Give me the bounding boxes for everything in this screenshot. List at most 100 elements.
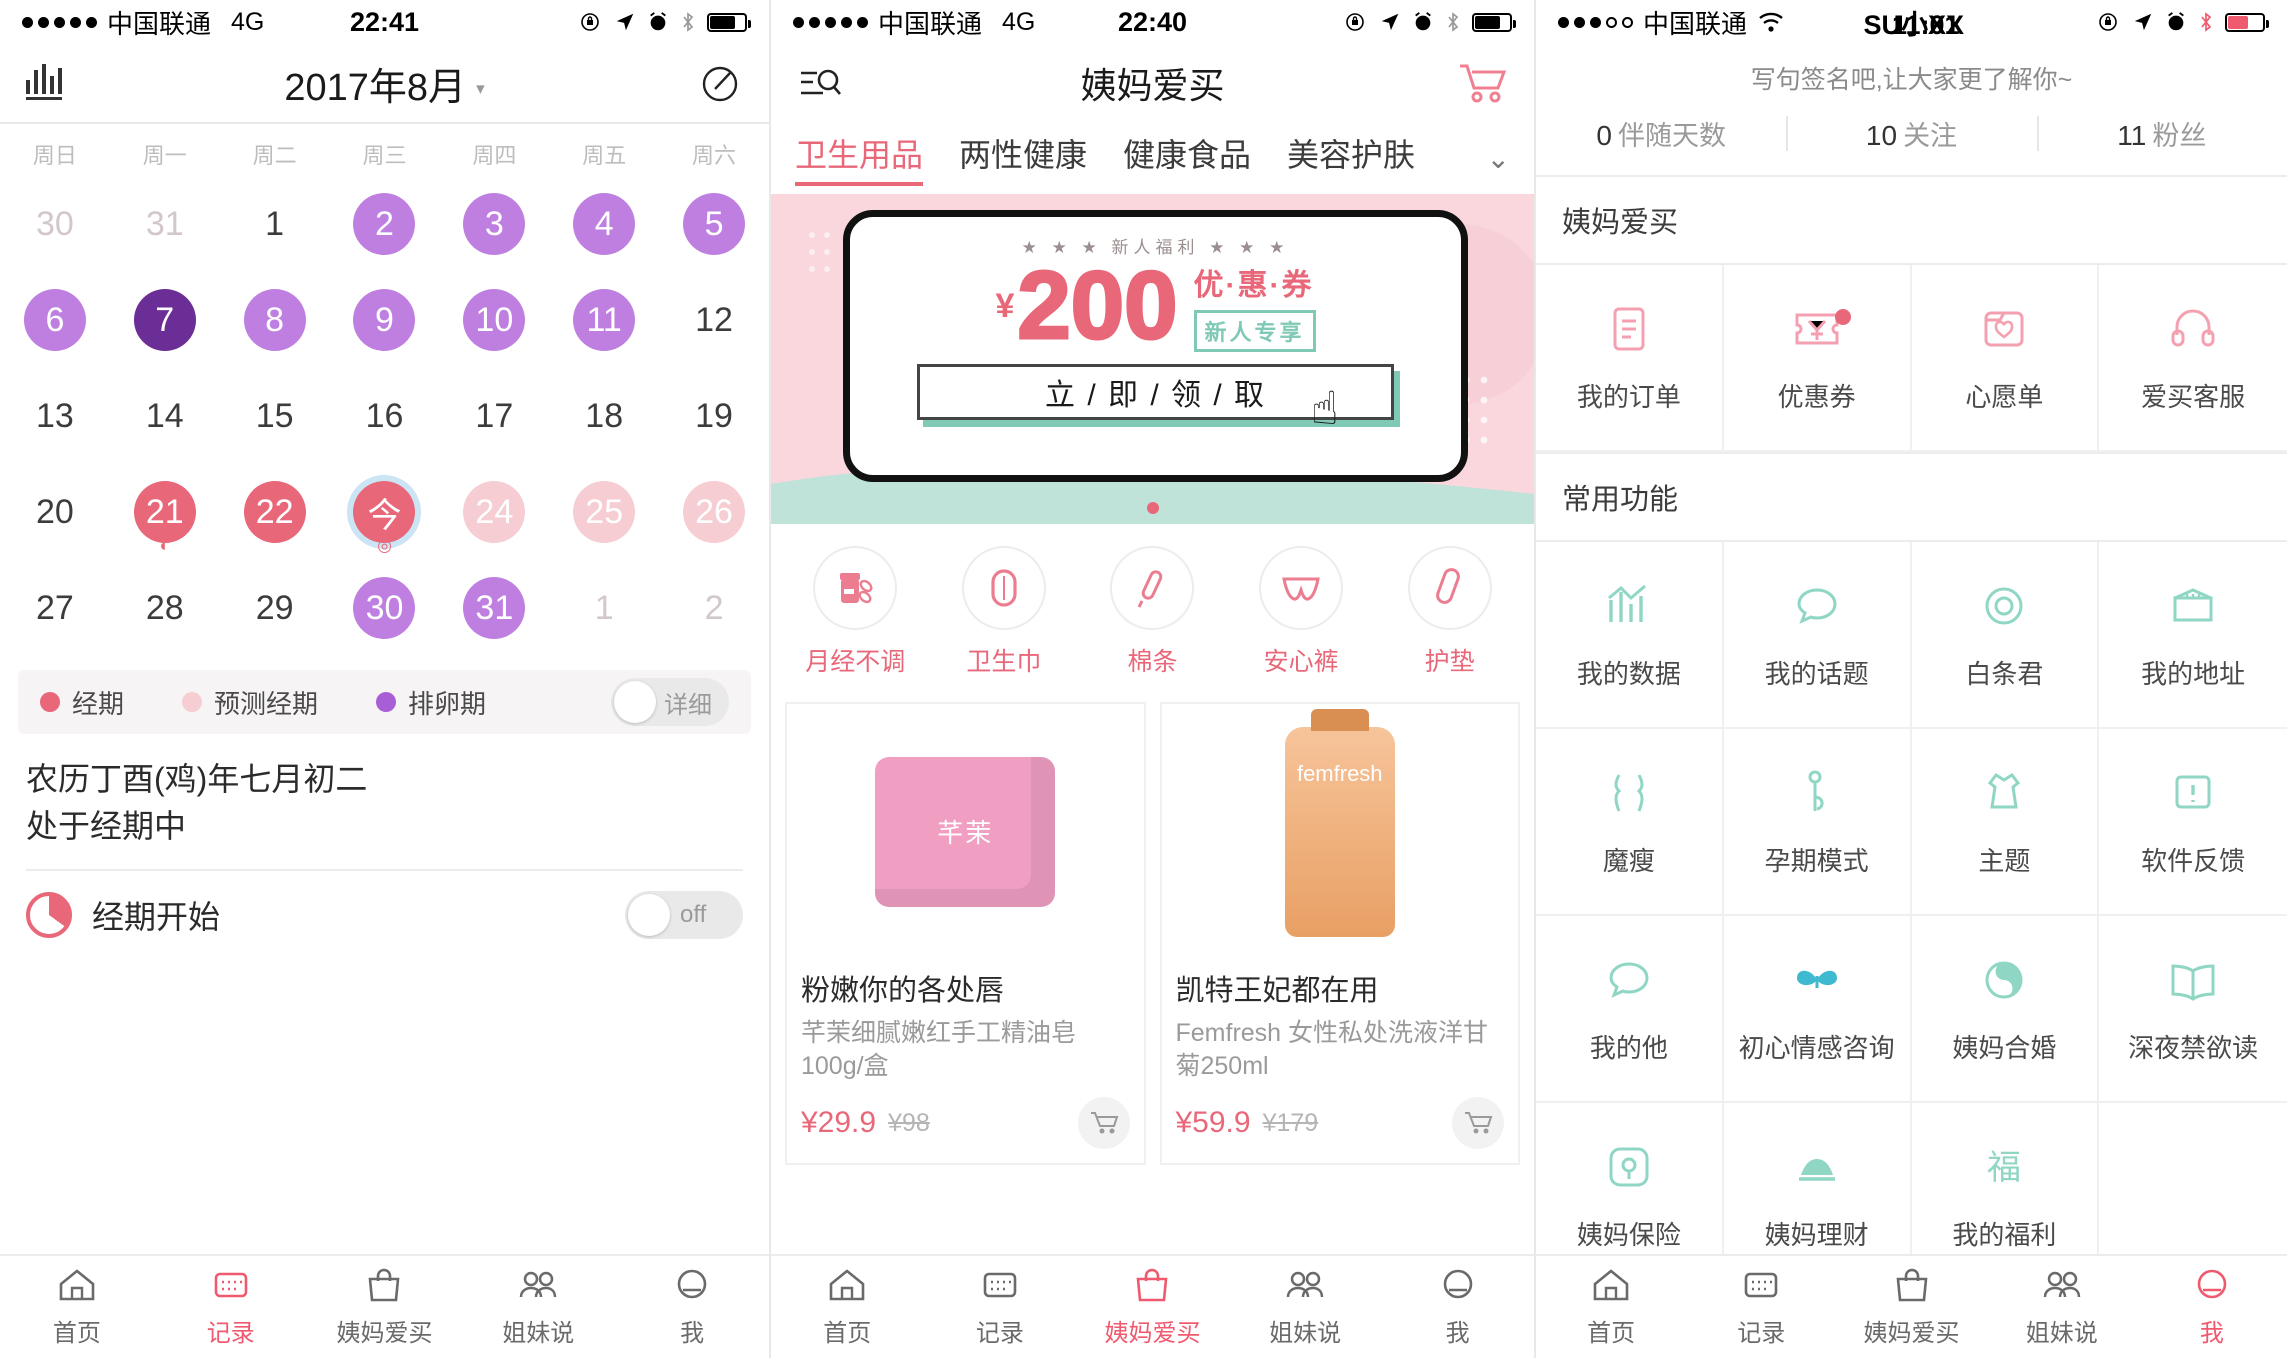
profile-signature[interactable]: 写句签名吧,让大家更了解你~	[1536, 48, 2287, 114]
stat-following[interactable]: 10 关注	[1786, 114, 2036, 153]
calendar-day-cell[interactable]: 26	[659, 464, 769, 560]
category-item-1[interactable]: 卫生巾	[930, 546, 1079, 678]
calendar-day-cell[interactable]: 1	[549, 560, 659, 656]
calendar-day-cell[interactable]: 15	[220, 368, 330, 464]
shopping-cart-icon[interactable]	[1458, 61, 1508, 105]
category-shortcut-row[interactable]: 月经不调 卫生巾 棉条 安心裤 护垫	[771, 524, 1534, 692]
period-start-switch[interactable]: off	[625, 890, 743, 939]
tab-记录[interactable]: 记录	[924, 1256, 1077, 1358]
tab-首页[interactable]: 首页	[1536, 1256, 1686, 1358]
bottom-tab-bar-2[interactable]: 首页 记录 姨妈爱买 姐妹说 我	[771, 1254, 1534, 1358]
calendar-day-cell[interactable]: 22	[220, 464, 330, 560]
shop-tab-1[interactable]: 两性健康	[959, 130, 1087, 186]
calendar-day-cell[interactable]: 16	[330, 368, 440, 464]
tab-姨妈爱买[interactable]: 姨妈爱买	[1076, 1256, 1229, 1358]
tab-姨妈爱买[interactable]: 姨妈爱买	[308, 1256, 462, 1358]
calendar-day-cell[interactable]: 20	[0, 464, 110, 560]
detail-toggle[interactable]: 详细	[611, 678, 729, 726]
grid-item-心愿单[interactable]: 心愿单	[1911, 265, 2100, 452]
carousel-indicator-dot[interactable]	[1146, 502, 1159, 514]
grid-item-主题[interactable]: 主题	[1911, 729, 2100, 916]
calendar-day-cell[interactable]: 10	[439, 272, 549, 368]
tab-首页[interactable]: 首页	[771, 1256, 924, 1358]
add-to-cart-icon[interactable]	[1452, 1097, 1504, 1149]
calendar-day-cell[interactable]: 31	[110, 176, 220, 272]
grid-item-软件反馈[interactable]: 软件反馈	[2099, 729, 2287, 916]
calendar-day-cell[interactable]: 30	[330, 560, 440, 656]
shop-tab-3[interactable]: 美容护肤	[1287, 130, 1415, 186]
shop-tab-0[interactable]: 卫生用品	[795, 130, 924, 186]
tab-姨妈爱买[interactable]: 姨妈爱买	[1836, 1256, 1986, 1358]
period-start-row[interactable]: 经期开始 off	[0, 871, 769, 959]
shop-shortcut-grid[interactable]: 我的订单 优惠券 心愿单 爱买客服	[1536, 265, 2287, 452]
calendar-day-cell[interactable]: 28	[110, 560, 220, 656]
category-item-4[interactable]: 护垫	[1375, 546, 1524, 678]
calendar-day-cell[interactable]: 29	[220, 560, 330, 656]
function-grid[interactable]: 我的数据 我的话题 白条君 我的地址魔瘦 孕期模式 主题 软件反馈我的他 初心情感咨询 姨妈合婚…	[1536, 542, 2287, 1290]
calendar-day-cell[interactable]: 8	[220, 272, 330, 368]
tab-姐妹说[interactable]: 姐妹说	[1229, 1256, 1382, 1358]
banner-card[interactable]: ★ ★ ★ 新人福利 ★ ★ ★ ¥ 200 优·惠·券 新人专享 立 / 即 …	[843, 210, 1468, 482]
calendar-day-cell[interactable]: 30	[0, 176, 110, 272]
calendar-day-cell[interactable]: 2	[659, 560, 769, 656]
grid-item-深夜禁欲读[interactable]: 深夜禁欲读	[2099, 916, 2287, 1103]
tab-我[interactable]: 我	[2137, 1256, 2287, 1358]
calendar-day-cell[interactable]: 17	[439, 368, 549, 464]
grid-item-魔瘦[interactable]: 魔瘦	[1536, 729, 1724, 916]
calendar-day-cell[interactable]: 24	[439, 464, 549, 560]
tab-姐妹说[interactable]: 姐妹说	[461, 1256, 615, 1358]
tab-首页[interactable]: 首页	[0, 1256, 154, 1358]
calendar-day-cell[interactable]: 21 ◐	[110, 464, 220, 560]
grid-item-爱买客服[interactable]: 爱买客服	[2099, 265, 2287, 452]
shop-tab-2[interactable]: 健康食品	[1123, 130, 1251, 186]
page-title[interactable]: 2017年8月 ▾	[0, 56, 769, 111]
bottom-tab-bar-1[interactable]: 首页 记录 姨妈爱买 姐妹说 我	[0, 1254, 769, 1358]
bottom-tab-bar-3[interactable]: 首页 记录 姨妈爱买 姐妹说 我	[1536, 1254, 2287, 1358]
calendar-day-cell[interactable]: 19	[659, 368, 769, 464]
calendar-day-cell[interactable]: 4	[549, 176, 659, 272]
calendar-day-cell[interactable]: 今 ◎	[330, 464, 440, 560]
grid-item-孕期模式[interactable]: 孕期模式	[1723, 729, 1912, 916]
calendar-day-cell[interactable]: 14	[110, 368, 220, 464]
category-item-2[interactable]: 棉条	[1078, 546, 1227, 678]
calendar-day-cell[interactable]: 12	[659, 272, 769, 368]
grid-item-我的他[interactable]: 我的他	[1536, 916, 1724, 1103]
shop-category-tabs[interactable]: 卫生用品 两性健康 健康食品 美容护肤 ⌄	[771, 122, 1534, 194]
calendar-day-cell[interactable]: 2	[330, 176, 440, 272]
calendar-day-cell[interactable]: 31	[439, 560, 549, 656]
chevron-down-icon[interactable]: ⌄	[1487, 142, 1510, 175]
product-card[interactable]: femfresh 凯特王妃都在用 Femfresh 女性私处洗液洋甘菊250ml…	[1159, 702, 1520, 1165]
calendar-day-cell[interactable]: 13	[0, 368, 110, 464]
category-item-0[interactable]: 月经不调	[781, 546, 930, 678]
tab-记录[interactable]: 记录	[154, 1256, 308, 1358]
calendar-day-cell[interactable]: 25	[549, 464, 659, 560]
grid-item-优惠券[interactable]: 优惠券	[1723, 265, 1912, 452]
calendar-day-cell[interactable]: 3	[439, 176, 549, 272]
stat-days[interactable]: 0 伴随天数	[1536, 114, 1786, 153]
grid-item-我的数据[interactable]: 我的数据	[1536, 542, 1724, 729]
grid-item-白条君[interactable]: 白条君	[1911, 542, 2100, 729]
tab-姐妹说[interactable]: 姐妹说	[1987, 1256, 2137, 1358]
calendar-day-cell[interactable]: 9	[330, 272, 440, 368]
calendar-day-grid[interactable]: 30 31 1 2 3 4 5 6 7 8 9 10 11 12 13 14 15 16 17 18 19 20 21 ◐ 22…	[0, 176, 769, 656]
stat-followers[interactable]: 11 粉丝	[2036, 114, 2287, 153]
tab-我[interactable]: 我	[1381, 1256, 1534, 1358]
promo-banner[interactable]: ★ ★ ★ 新人福利 ★ ★ ★ ¥ 200 优·惠·券 新人专享 立 / 即 …	[771, 194, 1534, 524]
calendar-day-cell[interactable]: 5	[659, 176, 769, 272]
claim-coupon-button[interactable]: 立 / 即 / 领 / 取 ☝	[917, 364, 1394, 434]
grid-item-我的话题[interactable]: 我的话题	[1723, 542, 1912, 729]
calendar-day-cell[interactable]: 27	[0, 560, 110, 656]
calendar-day-cell[interactable]: 6	[0, 272, 110, 368]
grid-item-我的地址[interactable]: 我的地址	[2099, 542, 2287, 729]
calendar-day-cell[interactable]: 11	[549, 272, 659, 368]
calendar-day-cell[interactable]: 1	[220, 176, 330, 272]
grid-item-姨妈合婚[interactable]: 姨妈合婚	[1911, 916, 2100, 1103]
category-item-3[interactable]: 安心裤	[1227, 546, 1376, 678]
calendar-day-cell[interactable]: 18	[549, 368, 659, 464]
grid-item-我的订单[interactable]: 我的订单	[1536, 265, 1724, 452]
add-to-cart-icon[interactable]	[1077, 1097, 1130, 1149]
calendar-day-cell[interactable]: 7	[110, 272, 220, 368]
grid-item-初心情感咨询[interactable]: 初心情感咨询	[1723, 916, 1912, 1103]
product-card[interactable]: 芊茉 粉嫩你的各处唇 芊茉细腻嫩红手工精油皂 100g/盒 ¥29.9 ¥98	[785, 702, 1146, 1165]
tab-我[interactable]: 我	[615, 1256, 769, 1358]
